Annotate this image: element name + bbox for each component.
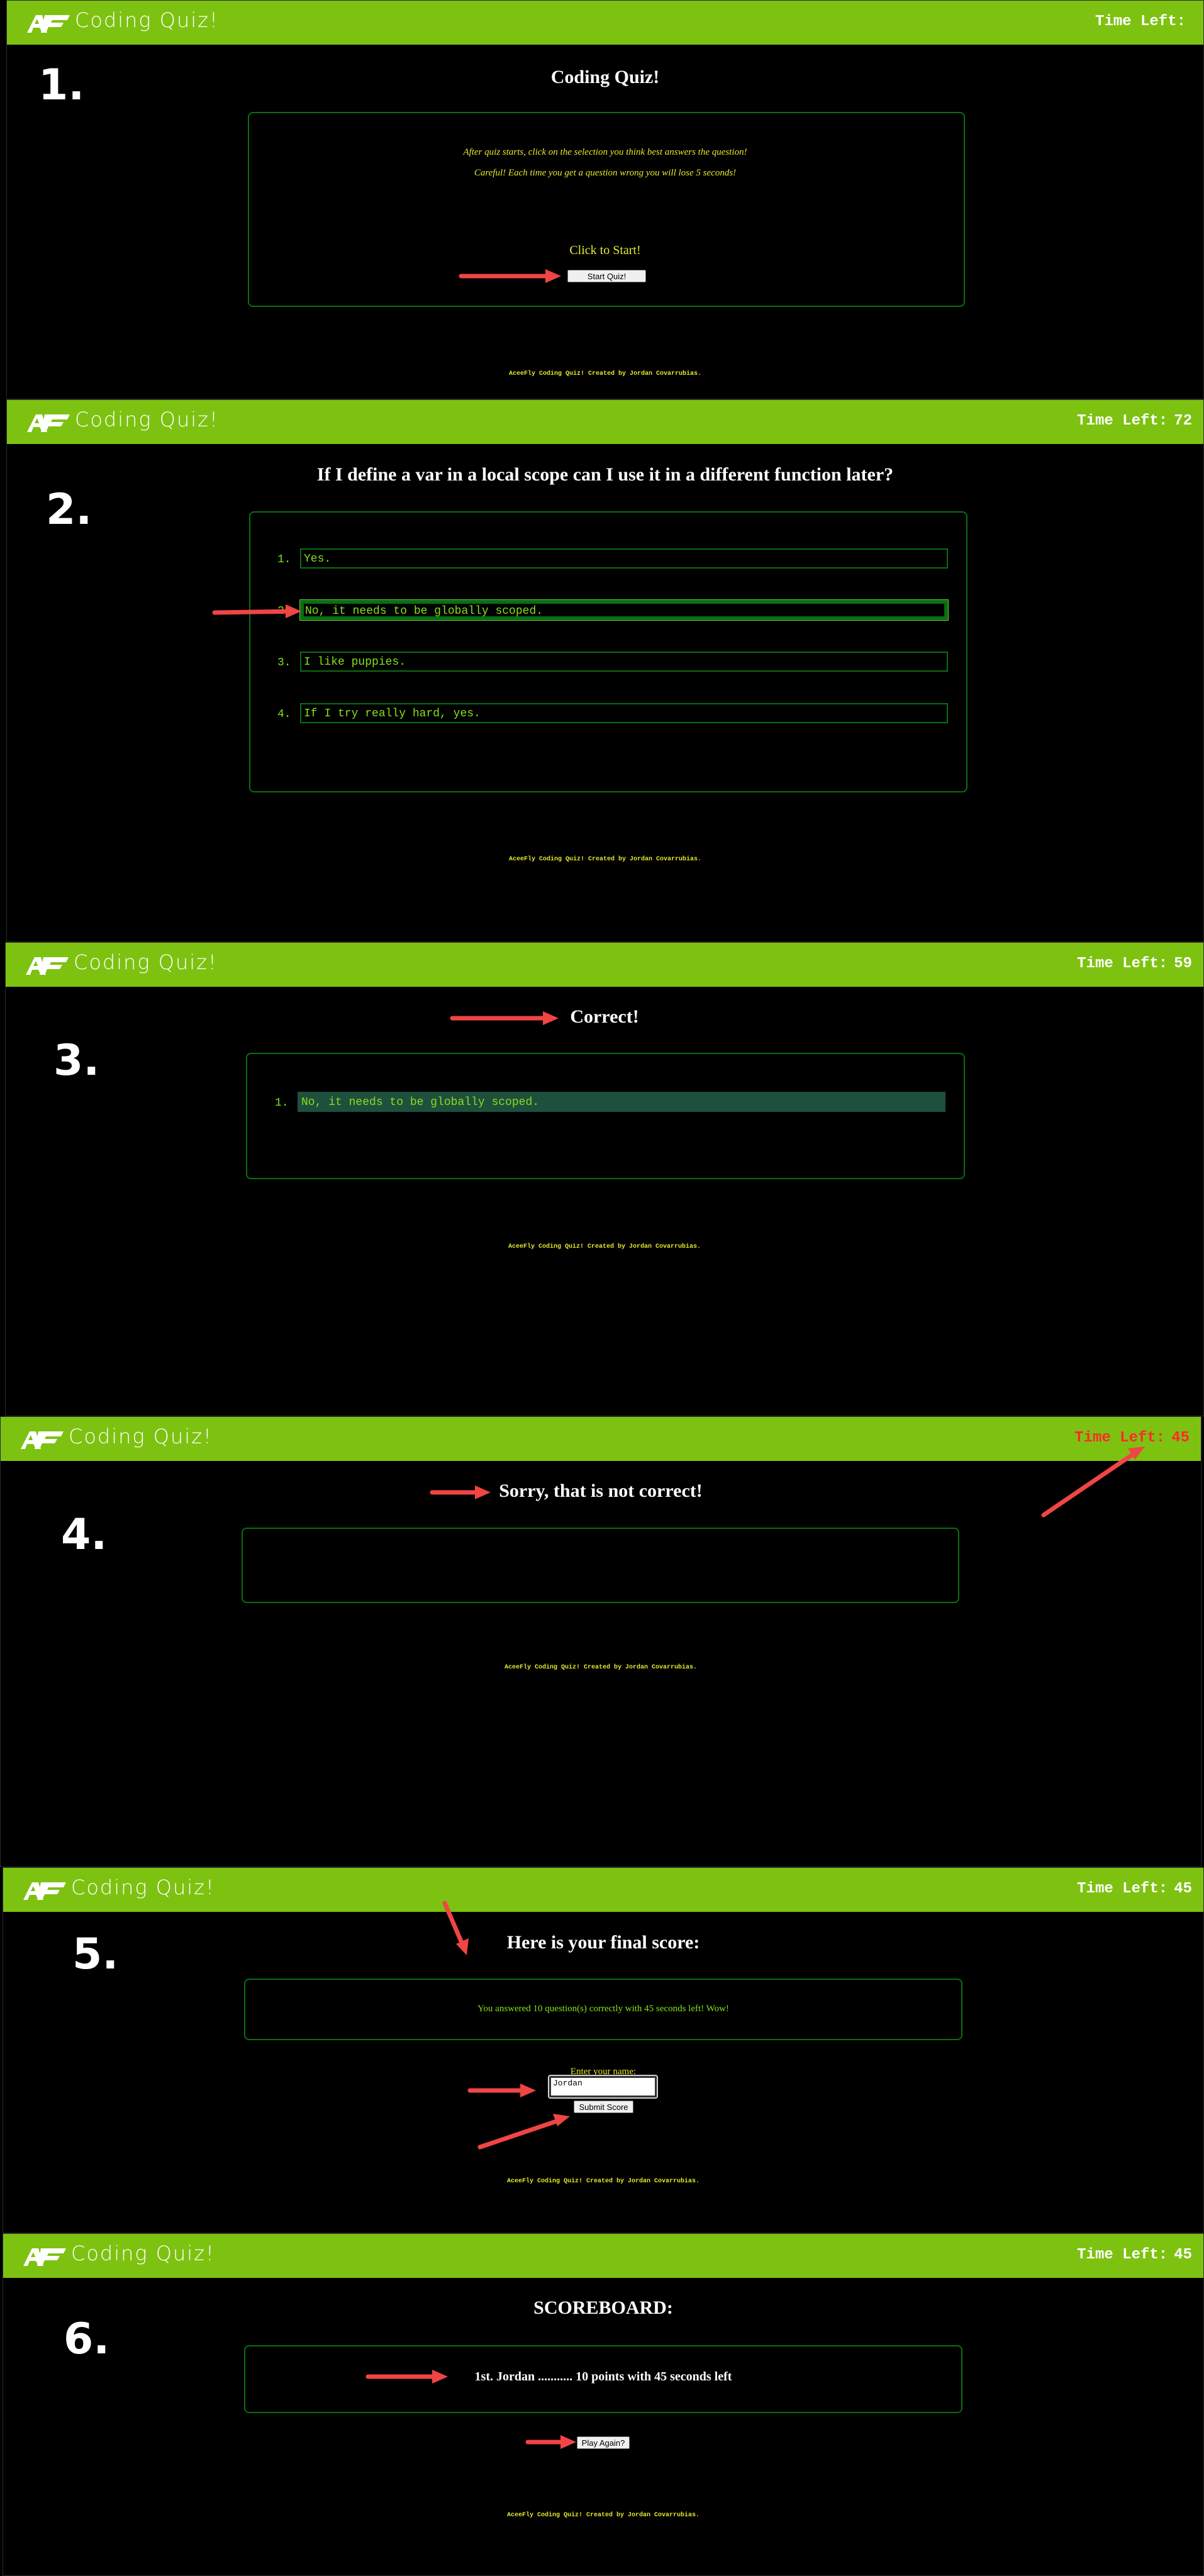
header-bar: Coding Quiz! Time Left: 45 (3, 1868, 1203, 1912)
annotation-arrow (212, 604, 301, 618)
answer-option[interactable]: 1. No, it needs to be globally scoped. (275, 1092, 945, 1112)
logo-icon (27, 414, 70, 432)
brand-title: Coding Quiz! (71, 1875, 215, 1899)
time-left: Time Left: 72 (1077, 413, 1192, 430)
step-5-final-score-screen: Coding Quiz! Time Left: 45 5. Here is you… (3, 1867, 1204, 2233)
logo-icon (26, 957, 69, 975)
score-entry: 1st. Jordan ........... 10 points with 4… (474, 2370, 732, 2384)
footer-credit: AceeFly Coding Quiz! Created by Jordan C… (508, 370, 702, 377)
final-score-title: Here is your final score: (506, 1932, 700, 1953)
answer-number: 1. (275, 1097, 289, 1109)
header-bar: Coding Quiz! Time Left: 72 (7, 400, 1203, 444)
answers-box-empty (242, 1528, 959, 1603)
step-6-scoreboard-screen: Coding Quiz! Time Left: 45 6. SCOREBOARD:… (3, 2233, 1204, 2576)
time-left-label: Time Left: (1077, 955, 1168, 972)
time-left-value: 45 (1171, 1430, 1190, 1446)
answer-number: 4. (277, 708, 291, 721)
time-left-label: Time Left: (1077, 2246, 1168, 2263)
answers-box (246, 1053, 965, 1179)
footer-credit: AceeFly Coding Quiz! Created by Jordan C… (506, 2178, 700, 2185)
footer-credit: AceeFly Coding Quiz! Created by Jordan C… (504, 1664, 698, 1671)
result-text: You answered 10 question(s) correctly wi… (477, 2004, 729, 2014)
brand-title: Coding Quiz! (74, 950, 218, 974)
logo-icon (21, 1431, 64, 1449)
instruction-line: Careful! Each time you get a question wr… (474, 168, 737, 178)
time-left: Time Left: 45 (1077, 2246, 1192, 2263)
footer-credit: AceeFly Coding Quiz! Created by Jordan C… (508, 1243, 701, 1250)
time-left: Time Left: 45 (1074, 1430, 1190, 1446)
footer-credit: AceeFly Coding Quiz! Created by Jordan C… (508, 856, 702, 863)
step-number: 6. (64, 2314, 110, 2364)
header-bar: Coding Quiz! Time Left: 59 (6, 943, 1203, 987)
logo-icon (23, 1882, 66, 1900)
brand-title: Coding Quiz! (69, 1424, 213, 1448)
time-left-label: Time Left: (1095, 13, 1186, 30)
start-quiz-button[interactable]: Start Quiz! (567, 270, 646, 282)
submit-score-button[interactable]: Submit Score (574, 2101, 633, 2113)
answer-option[interactable]: 3. I like puppies. (277, 652, 948, 672)
time-left-value: 45 (1174, 2246, 1192, 2263)
step-number: 4. (61, 1510, 108, 1560)
click-to-start-label: Click to Start! (569, 243, 641, 257)
play-again-button[interactable]: Play Again? (577, 2436, 630, 2449)
logo-icon (27, 15, 70, 33)
answer-number: 3. (277, 657, 291, 669)
name-input[interactable]: Jordan (548, 2075, 658, 2099)
answer-button-selected[interactable]: No, it needs to be globally scoped. (298, 1092, 945, 1112)
instruction-line: After quiz starts, click on the selectio… (463, 147, 747, 157)
answer-number: 1. (277, 553, 291, 566)
time-left-value: 72 (1174, 413, 1192, 430)
brand-title: Coding Quiz! (75, 8, 219, 32)
logo-icon (23, 2248, 66, 2266)
feedback-title: Sorry, that is not correct! (499, 1480, 703, 1501)
step-number: 2. (46, 485, 92, 535)
header-bar: Coding Quiz! Time Left: 45 (1, 1417, 1201, 1461)
step-1-start-screen: Coding Quiz! Time Left: 1. Coding Quiz! … (6, 0, 1204, 399)
answer-button[interactable]: Yes. (300, 548, 948, 569)
header-bar: Coding Quiz! Time Left: 45 (3, 2234, 1203, 2278)
time-left-value: 59 (1174, 955, 1192, 972)
page-title: Coding Quiz! (550, 67, 660, 87)
feedback-title: Correct! (570, 1006, 639, 1027)
time-left: Time Left: (1095, 13, 1192, 30)
annotation-arrow (365, 2370, 576, 2449)
step-3-correct-screen: Coding Quiz! Time Left: 59 3. Correct! 1.… (5, 942, 1204, 1416)
time-left-label: Time Left: (1077, 413, 1168, 430)
question-title: If I define a var in a local scope can I… (316, 464, 894, 485)
scoreboard-title: SCOREBOARD: (533, 2297, 673, 2318)
step-4-incorrect-screen: Coding Quiz! Time Left: 45 4. Sorry, that… (0, 1416, 1201, 1867)
brand-title: Coding Quiz! (71, 2241, 215, 2265)
answer-button-hovered[interactable]: No, it needs to be globally scoped. (299, 599, 949, 621)
header-bar: Coding Quiz! Time Left: (7, 1, 1203, 45)
time-left: Time Left: 45 (1077, 1880, 1192, 1897)
step-number: 3. (53, 1036, 100, 1085)
answer-option[interactable]: 4. If I try really hard, yes. (277, 703, 948, 723)
time-left-label: Time Left: (1077, 1880, 1168, 1897)
answer-button[interactable]: I like puppies. (300, 652, 948, 672)
answer-option[interactable]: 1. Yes. (277, 548, 948, 569)
time-left-label: Time Left: (1074, 1430, 1166, 1446)
answer-button[interactable]: If I try really hard, yes. (300, 703, 948, 723)
step-2-question-screen: Coding Quiz! Time Left: 72 2. If I define… (6, 399, 1204, 942)
time-left: Time Left: 59 (1077, 955, 1192, 972)
footer-credit: AceeFly Coding Quiz! Created by Jordan C… (506, 2512, 700, 2519)
brand-title: Coding Quiz! (75, 408, 219, 431)
answer-option[interactable]: 2. No, it needs to be globally scoped. (277, 599, 949, 621)
time-left-value: 45 (1174, 1880, 1192, 1897)
